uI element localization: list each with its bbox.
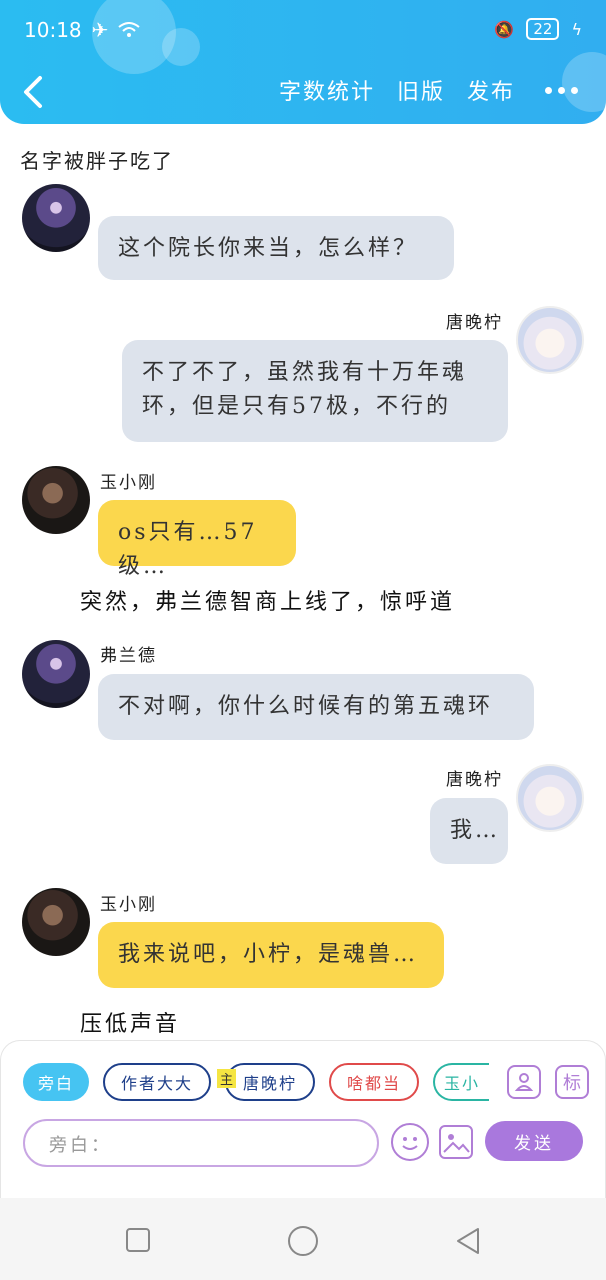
recents-icon[interactable] (126, 1228, 150, 1252)
person-card-icon[interactable] (507, 1065, 541, 1099)
image-icon[interactable] (439, 1125, 473, 1159)
speaker-name: 弗兰德 (100, 646, 157, 666)
story-title[interactable]: 名字被胖子吃了 (20, 145, 174, 174)
avatar[interactable] (22, 640, 90, 708)
avatar[interactable] (22, 184, 90, 252)
word-count-button[interactable]: 字数统计 (279, 74, 375, 106)
main-role-badge: 主 (217, 1069, 237, 1088)
send-button[interactable]: 发送 (485, 1121, 583, 1161)
speaker-name: 玉小刚 (100, 895, 157, 915)
role-chip-any[interactable]: 啥都当 (329, 1063, 419, 1101)
compose-panel: 旁白 作者大大 唐晚柠 主 啥都当 玉小 标 旁白： 发送 (0, 1040, 606, 1200)
home-icon[interactable] (288, 1226, 318, 1256)
header-actions: 字数统计 旧版 发布 (279, 74, 578, 106)
chat-bubble[interactable]: 不了不了，虽然我有十万年魂环，但是只有57极，不行的 (122, 340, 508, 442)
publish-button[interactable]: 发布 (467, 74, 515, 106)
speaker-name: 玉小刚 (100, 473, 157, 493)
status-bar-left: 10:18 ✈ (24, 18, 141, 42)
narration-text[interactable]: 压低声音 (80, 1006, 180, 1038)
chat-bubble[interactable]: 这个院长你来当，怎么样？ (98, 216, 454, 280)
role-chip-narrator[interactable]: 旁白 (23, 1063, 89, 1101)
chat-bubble[interactable]: os只有…57级… (98, 500, 296, 579)
status-time: 10:18 (24, 18, 82, 42)
status-bar-right: 🔕 22 ϟ (494, 18, 582, 40)
top-header: 10:18 ✈ 🔕 22 ϟ 字数统计 旧版 发布 (0, 0, 606, 124)
decor-bubble (162, 28, 200, 66)
airplane-icon: ✈ (91, 18, 109, 42)
chat-bubble[interactable]: 我来说吧，小柠，是魂兽… (98, 922, 444, 988)
message-input[interactable]: 旁白： (23, 1119, 379, 1167)
avatar[interactable] (22, 888, 90, 956)
back-chevron-icon[interactable] (18, 72, 48, 112)
speaker-name: 唐晚柠 (446, 770, 503, 790)
old-version-button[interactable]: 旧版 (397, 74, 445, 106)
avatar[interactable] (516, 764, 584, 832)
emoji-icon[interactable] (391, 1123, 429, 1161)
role-chip-author[interactable]: 作者大大 (103, 1063, 211, 1101)
mute-bell-icon: 🔕 (494, 19, 515, 39)
avatar[interactable] (22, 466, 90, 534)
wifi-icon (118, 22, 141, 37)
charge-icon: ϟ (571, 19, 582, 39)
speaker-name: 唐晚柠 (446, 313, 503, 333)
narration-text[interactable]: 突然，弗兰德智商上线了，惊呼道 (80, 584, 455, 616)
system-nav-bar (0, 1198, 606, 1280)
role-chip-tang[interactable]: 唐晚柠 (225, 1063, 315, 1101)
chat-bubble[interactable]: 不对啊，你什么时候有的第五魂环 (98, 674, 534, 740)
chat-bubble[interactable]: 我… (430, 798, 508, 864)
more-icon[interactable] (545, 86, 578, 94)
back-icon[interactable] (454, 1226, 482, 1256)
label-icon[interactable]: 标 (555, 1065, 589, 1099)
avatar[interactable] (516, 306, 584, 374)
battery-icon: 22 (526, 18, 560, 40)
role-chip-yu[interactable]: 玉小 (433, 1063, 489, 1101)
